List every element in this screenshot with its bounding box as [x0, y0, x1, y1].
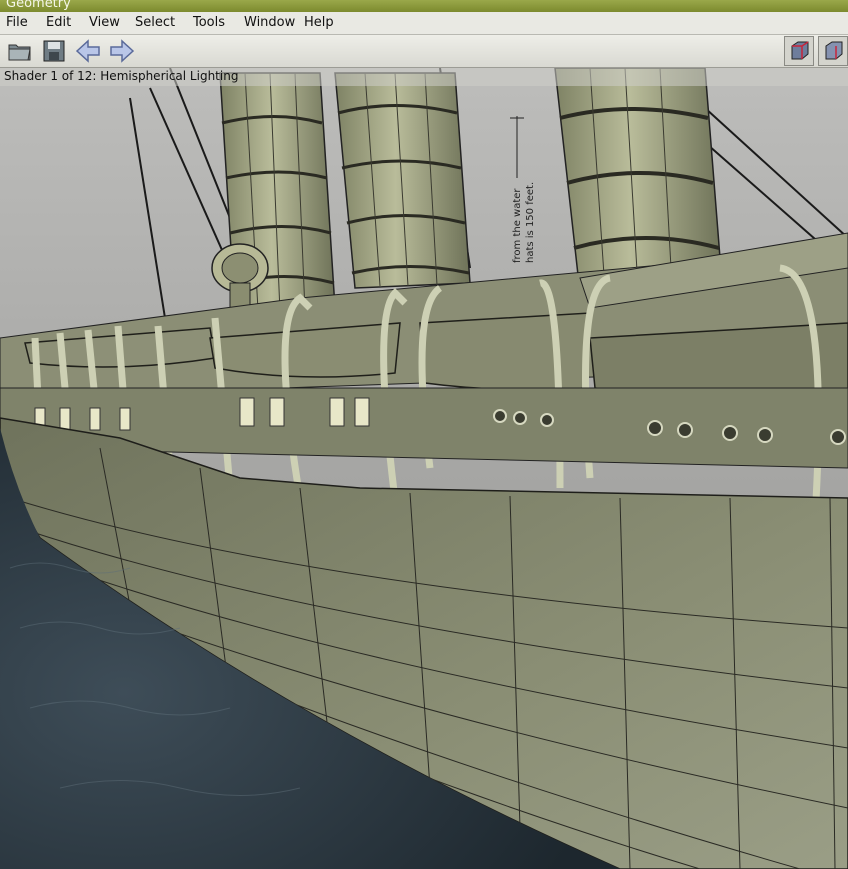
shader-label: Shader 1 of 12: Hemispherical Lighting — [4, 69, 239, 83]
open-folder-icon[interactable] — [6, 37, 34, 65]
window-titlebar: Geometry — [0, 0, 848, 12]
ship-model-render: from the water hats is 150 feet. — [0, 68, 848, 869]
forward-arrow-icon[interactable] — [108, 37, 136, 65]
wireframe-cube-icon[interactable] — [784, 36, 814, 66]
menu-bar: File Edit View Select Tools Window Help — [0, 12, 848, 35]
menu-window[interactable]: Window — [244, 15, 295, 30]
menu-help[interactable]: Help — [304, 15, 334, 30]
window-title: Geometry — [6, 0, 71, 11]
3d-viewport[interactable]: from the water hats is 150 feet. — [0, 68, 848, 869]
menu-tools[interactable]: Tools — [193, 15, 225, 30]
menu-select[interactable]: Select — [135, 15, 175, 30]
funnel-2 — [334, 72, 471, 289]
save-disk-icon[interactable] — [40, 37, 68, 65]
signage-line-1: from the water — [512, 188, 523, 263]
toolbar — [0, 35, 848, 68]
menu-file[interactable]: File — [6, 15, 28, 30]
signage-line-2: hats is 150 feet. — [525, 182, 536, 263]
menu-view[interactable]: View — [89, 15, 120, 30]
menu-edit[interactable]: Edit — [46, 15, 71, 30]
shaded-cube-icon[interactable] — [818, 36, 848, 66]
back-arrow-icon[interactable] — [74, 37, 102, 65]
shader-info-bar: Shader 1 of 12: Hemispherical Lighting — [0, 68, 848, 86]
